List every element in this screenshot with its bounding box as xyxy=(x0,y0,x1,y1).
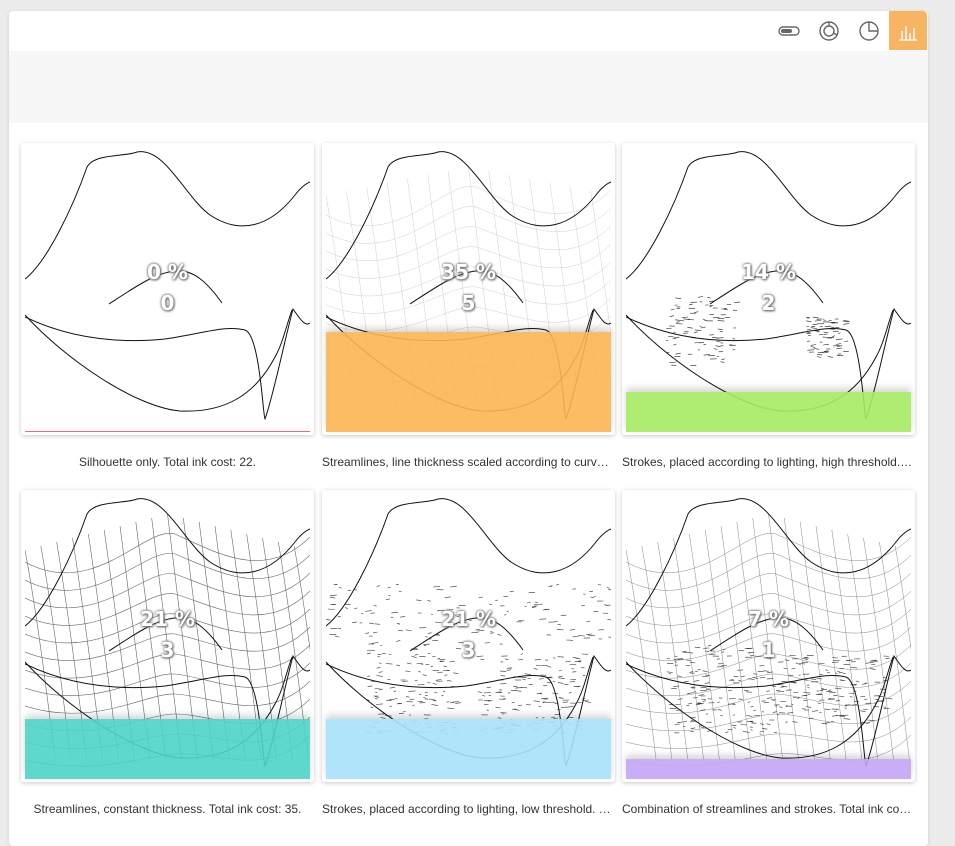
bar-chart-icon xyxy=(897,20,919,42)
count-label: 1 xyxy=(622,638,915,662)
result-card[interactable]: 7 %1 xyxy=(622,490,915,782)
donut-chart-icon xyxy=(818,20,840,42)
percent-label: 35 % xyxy=(322,260,615,284)
percent-label: 0 % xyxy=(21,260,314,284)
count-label: 0 xyxy=(21,291,314,315)
toolbar xyxy=(9,11,928,51)
progress-bar-icon xyxy=(778,25,800,37)
result-card[interactable]: 21 % 3 xyxy=(322,490,615,782)
card-caption: Combination of streamlines and strokes. … xyxy=(622,802,915,816)
tool-bar-chart[interactable] xyxy=(889,11,927,50)
ink-fraction-bar xyxy=(326,719,611,779)
percent-label: 21 % xyxy=(21,607,314,631)
surface-rendering-image xyxy=(626,494,911,779)
count-label: 3 xyxy=(21,638,314,662)
ink-fraction-bar xyxy=(326,332,611,432)
ink-fraction-bar xyxy=(626,392,911,432)
percent-label: 7 % xyxy=(622,607,915,631)
result-card[interactable]: 21 % 3 xyxy=(21,490,314,782)
pie-chart-icon xyxy=(858,20,880,42)
ink-fraction-bar xyxy=(25,719,310,779)
card-caption: Streamlines, constant thickness. Total i… xyxy=(21,802,314,816)
count-label: 3 xyxy=(322,638,615,662)
card-caption: Strokes, placed according to lighting, h… xyxy=(622,455,915,469)
result-card[interactable]: 14 % 2 xyxy=(622,143,915,435)
tool-donut-chart[interactable] xyxy=(810,11,848,50)
tool-progress-bar[interactable] xyxy=(770,11,808,50)
percent-label: 14 % xyxy=(622,260,915,284)
percent-label: 21 % xyxy=(322,607,615,631)
ink-fraction-bar xyxy=(626,759,911,779)
result-card[interactable]: 0 %0 xyxy=(21,143,314,435)
card-caption: Silhouette only. Total ink cost: 22. xyxy=(21,455,314,469)
surface-rendering-image xyxy=(626,147,911,432)
card-caption: Streamlines, line thickness scaled accor… xyxy=(322,455,615,469)
app-window: 0 %0Silhouette only. Total ink cost: 22.… xyxy=(9,11,928,846)
surface-rendering-image xyxy=(25,147,310,432)
count-label: 5 xyxy=(322,291,615,315)
result-card[interactable]: 35 % 5 xyxy=(322,143,615,435)
card-caption: Strokes, placed according to lighting, l… xyxy=(322,802,615,816)
header-band xyxy=(9,51,928,123)
ink-fraction-bar xyxy=(25,431,310,432)
count-label: 2 xyxy=(622,291,915,315)
tool-pie-chart[interactable] xyxy=(850,11,888,50)
results-grid: 0 %0Silhouette only. Total ink cost: 22.… xyxy=(9,123,928,846)
